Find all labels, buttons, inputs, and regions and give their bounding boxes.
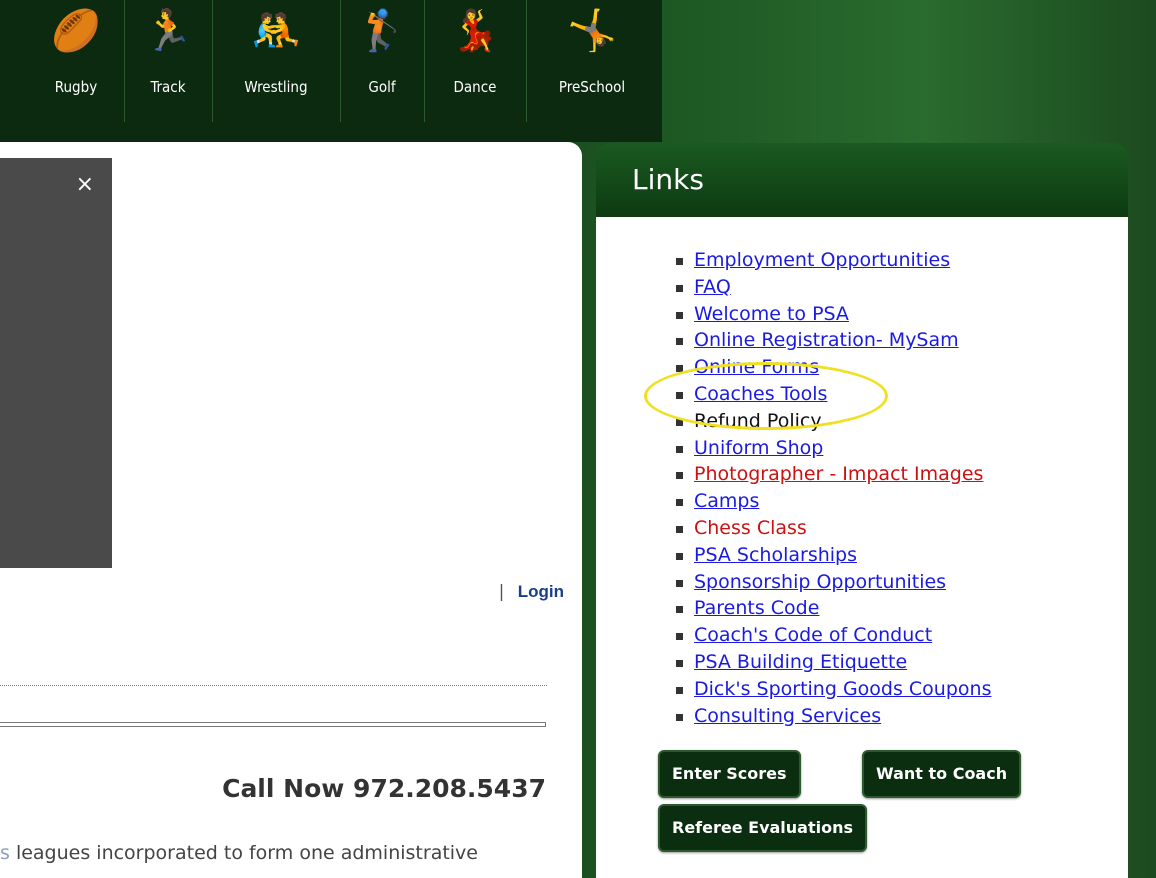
links-body: Employment Opportunities FAQ Welcome to … bbox=[596, 217, 1128, 878]
popup-overlay: × bbox=[0, 158, 112, 568]
intro-text: s leagues incorporated to form one admin… bbox=[0, 842, 560, 864]
want-to-coach-button[interactable]: Want to Coach bbox=[862, 750, 1022, 798]
golfer-icon: 🏌 bbox=[357, 8, 407, 54]
sport-label: Golf bbox=[368, 78, 396, 96]
sport-wrestling[interactable]: 🤼 Wrestling bbox=[212, 0, 341, 122]
sports-nav: 🏉 Rugby 🏃 Track 🤼 Wrestling 🏌 Golf 💃 Dan… bbox=[0, 0, 662, 142]
links-header: Links bbox=[596, 143, 1128, 217]
links-list: Employment Opportunities FAQ Welcome to … bbox=[676, 247, 991, 729]
list-item: Parents Code bbox=[676, 595, 991, 622]
main-content: × | Login Call Now 972.208.5437 s league… bbox=[0, 142, 582, 878]
separator: | bbox=[498, 582, 505, 602]
close-icon[interactable]: × bbox=[76, 172, 94, 197]
list-item: Welcome to PSA bbox=[676, 301, 991, 328]
list-item: Uniform Shop bbox=[676, 435, 991, 462]
link-online-registration[interactable]: Online Registration- MySam bbox=[694, 329, 959, 351]
dotted-divider bbox=[0, 685, 547, 686]
preschool-icon: 🤸 bbox=[567, 8, 617, 54]
list-item: Dick's Sporting Goods Coupons bbox=[676, 676, 991, 703]
runner-icon: 🏃 bbox=[143, 8, 193, 54]
link-photographer[interactable]: Photographer - Impact Images bbox=[694, 463, 983, 485]
sport-label: Dance bbox=[453, 78, 497, 96]
link-coaches-code-of-conduct[interactable]: Coach's Code of Conduct bbox=[694, 624, 932, 646]
list-item: FAQ bbox=[676, 274, 991, 301]
link-consulting-services[interactable]: Consulting Services bbox=[694, 705, 881, 727]
sport-label: Track bbox=[150, 78, 186, 96]
sport-preschool[interactable]: 🤸 PreSchool bbox=[526, 0, 658, 122]
rugby-player-icon: 🏉 bbox=[51, 8, 101, 54]
sport-label: Rugby bbox=[54, 78, 98, 96]
double-divider bbox=[0, 722, 546, 727]
link-sponsorship-opportunities[interactable]: Sponsorship Opportunities bbox=[694, 571, 946, 593]
link-chess-class[interactable]: Chess Class bbox=[694, 517, 807, 539]
dancer-icon: 💃 bbox=[450, 8, 500, 54]
call-now-phone: Call Now 972.208.5437 bbox=[222, 774, 546, 803]
sport-label: Wrestling bbox=[244, 78, 308, 96]
sport-rugby[interactable]: 🏉 Rugby bbox=[28, 0, 125, 122]
links-title: Links bbox=[632, 163, 704, 196]
list-item: Online Registration- MySam bbox=[676, 327, 991, 354]
highlight-annotation bbox=[644, 362, 888, 430]
list-item: Chess Class bbox=[676, 515, 991, 542]
list-item: Camps bbox=[676, 488, 991, 515]
list-item: Coach's Code of Conduct bbox=[676, 622, 991, 649]
account-links: | Login bbox=[499, 582, 564, 602]
link-camps[interactable]: Camps bbox=[694, 490, 759, 512]
link-employment-opportunities[interactable]: Employment Opportunities bbox=[694, 249, 950, 271]
enter-scores-button[interactable]: Enter Scores bbox=[658, 750, 801, 798]
link-psa-scholarships[interactable]: PSA Scholarships bbox=[694, 544, 857, 566]
list-item: Consulting Services bbox=[676, 703, 991, 730]
link-welcome-to-psa[interactable]: Welcome to PSA bbox=[694, 303, 849, 325]
list-item: Employment Opportunities bbox=[676, 247, 991, 274]
referee-evaluations-button[interactable]: Referee Evaluations bbox=[658, 804, 868, 852]
link-faq[interactable]: FAQ bbox=[694, 276, 731, 298]
list-item: PSA Scholarships bbox=[676, 542, 991, 569]
sport-label: PreSchool bbox=[558, 78, 626, 96]
link-uniform-shop[interactable]: Uniform Shop bbox=[694, 437, 823, 459]
wrestlers-icon: 🤼 bbox=[251, 8, 301, 54]
link-building-etiquette[interactable]: PSA Building Etiquette bbox=[694, 651, 907, 673]
links-panel: Links Employment Opportunities FAQ Welco… bbox=[596, 143, 1128, 878]
sport-golf[interactable]: 🏌 Golf bbox=[340, 0, 425, 122]
intro-prefix: s bbox=[0, 842, 10, 864]
intro-body: leagues incorporated to form one adminis… bbox=[9, 842, 478, 864]
link-dicks-coupons[interactable]: Dick's Sporting Goods Coupons bbox=[694, 678, 991, 700]
sport-track[interactable]: 🏃 Track bbox=[124, 0, 213, 122]
list-item: Photographer - Impact Images bbox=[676, 461, 991, 488]
list-item: Sponsorship Opportunities bbox=[676, 569, 991, 596]
sport-dance[interactable]: 💃 Dance bbox=[424, 0, 527, 122]
list-item: PSA Building Etiquette bbox=[676, 649, 991, 676]
link-parents-code[interactable]: Parents Code bbox=[694, 597, 819, 619]
login-link[interactable]: Login bbox=[518, 582, 564, 601]
